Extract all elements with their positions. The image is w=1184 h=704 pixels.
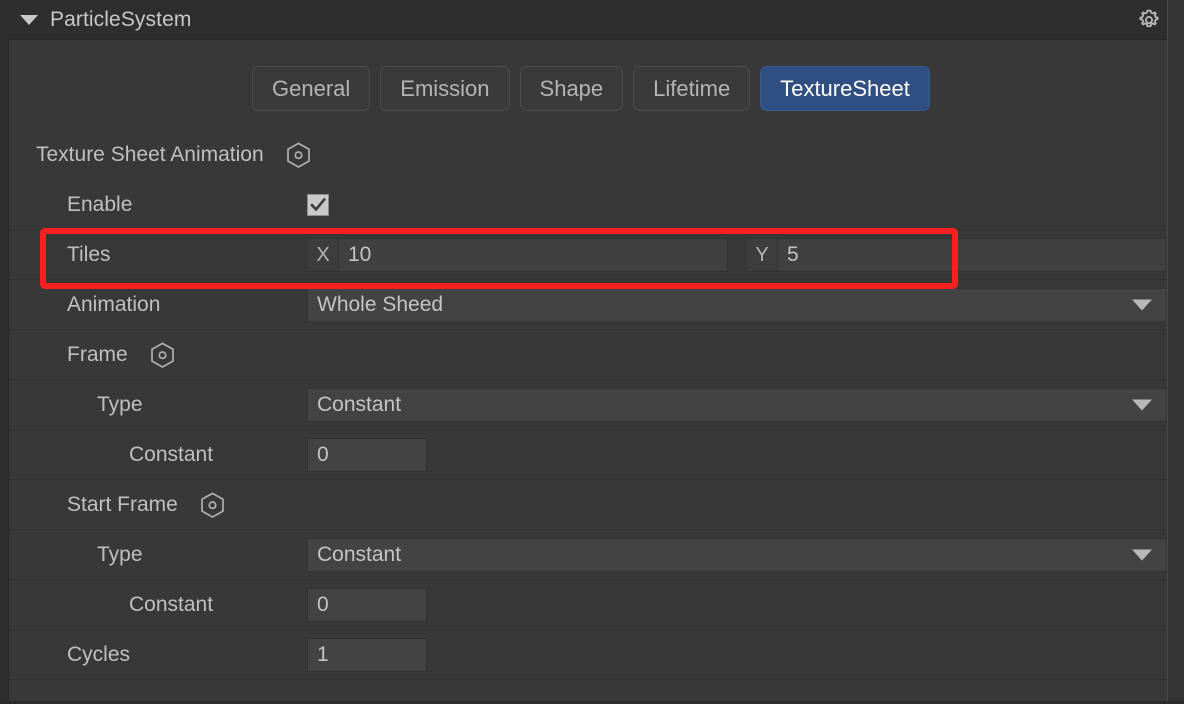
frame-type-row: Type Constant bbox=[9, 380, 1167, 430]
tab-general[interactable]: General bbox=[252, 66, 370, 111]
animation-dropdown-value: Whole Sheed bbox=[317, 293, 443, 317]
frame-type-field-column: Constant bbox=[307, 380, 1167, 430]
frame-label: Frame bbox=[9, 343, 128, 367]
start-frame-type-label: Type bbox=[9, 543, 143, 567]
start-frame-type-field-column: Constant bbox=[307, 530, 1167, 580]
start-frame-type-dropdown-value: Constant bbox=[317, 543, 401, 567]
tab-shape-label: Shape bbox=[540, 76, 604, 102]
tiles-label: Tiles bbox=[9, 243, 111, 267]
panel-right-strip bbox=[1168, 0, 1184, 704]
animation-field-column: Whole Sheed bbox=[307, 280, 1167, 330]
start-frame-type-row: Type Constant bbox=[9, 530, 1167, 580]
panel-titlebar: ParticleSystem bbox=[8, 0, 1184, 40]
tiles-y-field: Y 5 bbox=[746, 238, 1167, 272]
frame-constant-field-column: 0 bbox=[307, 430, 1167, 480]
tiles-y-axis-label: Y bbox=[746, 238, 777, 272]
frame-type-label: Type bbox=[9, 393, 143, 417]
frame-row: Frame bbox=[9, 330, 1167, 380]
panel-title: ParticleSystem bbox=[50, 8, 191, 32]
chevron-down-icon bbox=[1132, 550, 1152, 561]
animation-label: Animation bbox=[9, 293, 160, 317]
cycles-field-column: 1 bbox=[307, 630, 1167, 680]
tiles-x-field: X 10 bbox=[307, 238, 728, 272]
section-header-row: Texture Sheet Animation bbox=[9, 130, 1167, 180]
start-frame-type-dropdown[interactable]: Constant bbox=[307, 538, 1167, 572]
row-divider bbox=[9, 679, 1167, 680]
particle-system-inspector-panel: ParticleSystem General Emission Shape Li… bbox=[0, 0, 1184, 704]
start-frame-constant-input[interactable]: 0 bbox=[307, 588, 427, 622]
cycles-input[interactable]: 1 bbox=[307, 638, 427, 672]
enable-label: Enable bbox=[9, 193, 132, 217]
section-title: Texture Sheet Animation bbox=[9, 143, 264, 167]
start-frame-constant-field-column: 0 bbox=[307, 580, 1167, 630]
start-frame-label: Start Frame bbox=[9, 493, 178, 517]
chevron-down-icon bbox=[1132, 400, 1152, 411]
cycles-row: Cycles 1 bbox=[9, 630, 1167, 680]
start-frame-row: Start Frame bbox=[9, 480, 1167, 530]
frame-constant-row: Constant 0 bbox=[9, 430, 1167, 480]
enable-checkbox[interactable] bbox=[307, 194, 329, 216]
chevron-down-icon bbox=[1132, 300, 1152, 311]
start-frame-constant-row: Constant 0 bbox=[9, 580, 1167, 630]
tab-emission[interactable]: Emission bbox=[380, 66, 509, 111]
texture-sheet-settings-list: Texture Sheet Animation Enable bbox=[9, 130, 1167, 680]
frame-type-dropdown[interactable]: Constant bbox=[307, 388, 1167, 422]
tab-lifetime[interactable]: Lifetime bbox=[633, 66, 750, 111]
tab-shape[interactable]: Shape bbox=[520, 66, 624, 111]
panel-left-gutter bbox=[0, 0, 9, 704]
frame-constant-label: Constant bbox=[9, 443, 213, 467]
enable-field-column bbox=[307, 180, 1167, 230]
tab-texturesheet[interactable]: TextureSheet bbox=[760, 66, 930, 111]
start-frame-constant-label: Constant bbox=[9, 593, 213, 617]
tiles-row: Tiles X 10 Y 5 bbox=[9, 230, 1167, 280]
triangle-down-icon[interactable] bbox=[20, 15, 38, 25]
module-tab-bar: General Emission Shape Lifetime TextureS… bbox=[252, 66, 930, 111]
frame-type-dropdown-value: Constant bbox=[317, 393, 401, 417]
gear-icon[interactable] bbox=[1136, 7, 1162, 33]
tiles-x-input[interactable]: 10 bbox=[338, 238, 728, 272]
hex-target-icon[interactable] bbox=[286, 142, 311, 169]
tiles-field-column: X 10 Y 5 bbox=[307, 230, 1167, 280]
enable-row: Enable bbox=[9, 180, 1167, 230]
tiles-y-input[interactable]: 5 bbox=[777, 238, 1167, 272]
hex-target-icon[interactable] bbox=[150, 342, 175, 369]
tab-lifetime-label: Lifetime bbox=[653, 76, 730, 102]
cycles-label: Cycles bbox=[9, 643, 130, 667]
tab-general-label: General bbox=[272, 76, 350, 102]
frame-constant-input[interactable]: 0 bbox=[307, 438, 427, 472]
hex-target-icon[interactable] bbox=[200, 492, 225, 519]
tab-emission-label: Emission bbox=[400, 76, 489, 102]
tiles-x-axis-label: X bbox=[307, 238, 338, 272]
animation-dropdown[interactable]: Whole Sheed bbox=[307, 288, 1167, 322]
tab-texturesheet-label: TextureSheet bbox=[780, 76, 910, 102]
animation-row: Animation Whole Sheed bbox=[9, 280, 1167, 330]
